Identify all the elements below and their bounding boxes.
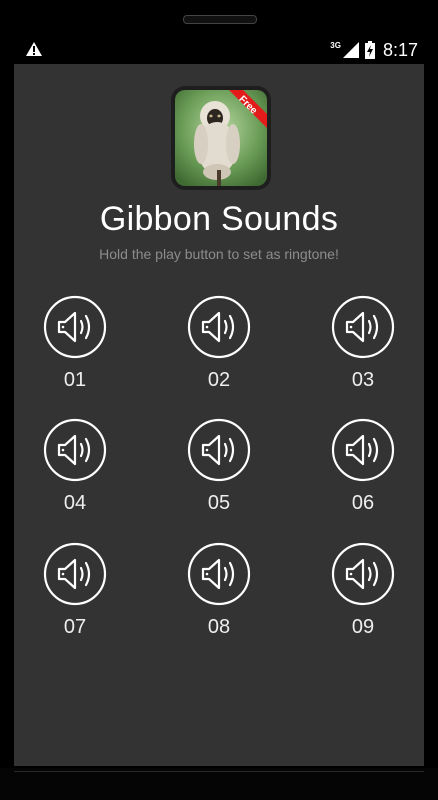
- clock: 8:17: [382, 39, 418, 60]
- sound-label-04: 04: [63, 492, 87, 514]
- sound-play-button-01[interactable]: [43, 295, 107, 359]
- sound-label-02: 02: [207, 369, 231, 391]
- bezel-divider: [14, 771, 424, 772]
- phone-speaker-grille: [183, 15, 257, 24]
- sound-play-button-03[interactable]: [331, 295, 395, 359]
- phone-bezel-bottom: [0, 768, 438, 800]
- sound-label-01: 01: [63, 369, 87, 391]
- signal-icon: [342, 42, 359, 58]
- battery-charging-icon: [364, 41, 375, 59]
- speaker-icon: [187, 418, 251, 482]
- app-title: Gibbon Sounds: [99, 200, 339, 238]
- sound-play-button-09[interactable]: [331, 542, 395, 606]
- warning-icon: [26, 42, 42, 56]
- status-bar: 3G 8:17: [14, 35, 424, 64]
- sound-play-button-07[interactable]: [43, 542, 107, 606]
- speaker-icon: [187, 542, 251, 606]
- sound-label-05: 05: [207, 492, 231, 514]
- sound-play-button-05[interactable]: [187, 418, 251, 482]
- speaker-icon: [331, 418, 395, 482]
- sound-label-03: 03: [351, 369, 375, 391]
- sound-label-06: 06: [351, 492, 375, 514]
- speaker-icon: [331, 542, 395, 606]
- speaker-icon: [43, 295, 107, 359]
- sound-play-button-06[interactable]: [331, 418, 395, 482]
- sound-label-08: 08: [207, 616, 231, 638]
- sound-label-07: 07: [63, 616, 87, 638]
- app-subtitle: Hold the play button to set as ringtone!: [99, 246, 339, 262]
- sound-play-button-04[interactable]: [43, 418, 107, 482]
- app-screen: Free Gibbon Sounds Hold the play button …: [14, 64, 424, 766]
- network-type-label: 3G: [330, 40, 341, 50]
- speaker-icon: [187, 295, 251, 359]
- speaker-icon: [331, 295, 395, 359]
- sound-play-button-08[interactable]: [187, 542, 251, 606]
- speaker-icon: [43, 542, 107, 606]
- app-icon: Free: [171, 86, 271, 190]
- sound-play-button-02[interactable]: [187, 295, 251, 359]
- speaker-icon: [43, 418, 107, 482]
- sound-label-09: 09: [351, 616, 375, 638]
